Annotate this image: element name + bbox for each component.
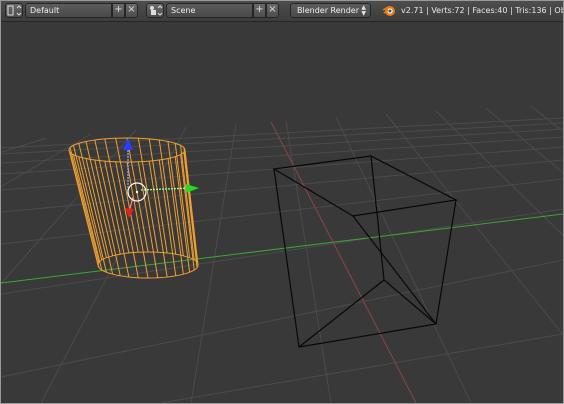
blender-window: Default + × Scene + × Blender Render ▲▼: [0, 0, 564, 404]
render-engine-label: Blender Render: [297, 6, 360, 15]
info-header: Default + × Scene + × Blender Render ▲▼: [1, 1, 563, 22]
delete-scene-button[interactable]: ×: [266, 3, 279, 18]
object-origin-icon: [135, 190, 139, 194]
dropdown-arrows-icon: ▲ ▼: [361, 4, 366, 17]
add-scene-button[interactable]: +: [253, 3, 266, 18]
3d-viewport[interactable]: [1, 22, 563, 403]
scene-field[interactable]: Scene: [166, 3, 253, 18]
screen-layout-field[interactable]: Default: [25, 3, 112, 18]
render-engine-dropdown[interactable]: Blender Render ▲ ▼: [290, 3, 371, 18]
scene-icon[interactable]: [146, 3, 164, 18]
screen-layout-icon[interactable]: [5, 3, 23, 18]
delete-layout-button[interactable]: ×: [125, 3, 138, 18]
blender-logo-icon: [382, 3, 396, 18]
add-layout-button[interactable]: +: [112, 3, 125, 18]
scene-statistics: v2.71 | Verts:72 | Faces:40 | Tris:136 |…: [401, 6, 563, 15]
